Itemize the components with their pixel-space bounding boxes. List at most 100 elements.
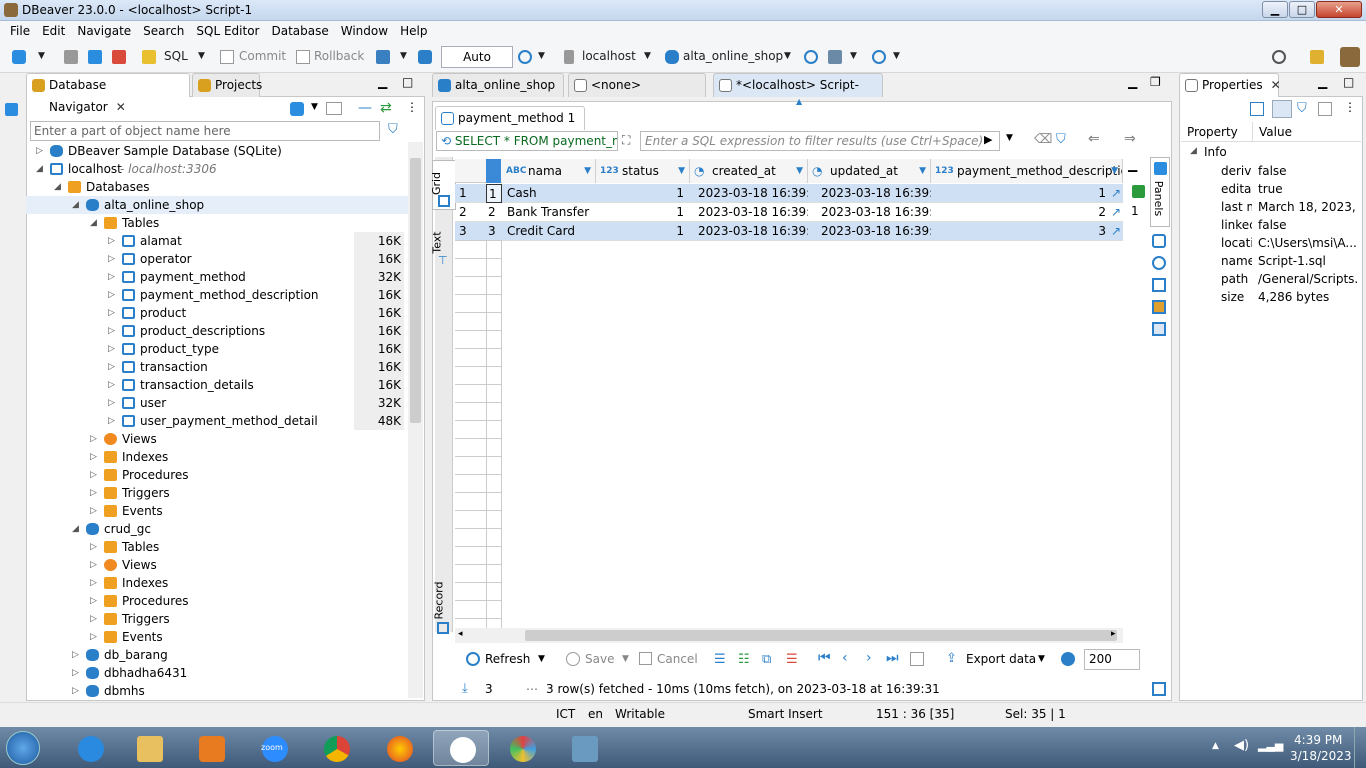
previous-page-icon[interactable]: ‹: [842, 650, 848, 666]
minimize-grid-icon[interactable]: ▁: [1128, 158, 1137, 172]
connect-icon[interactable]: [88, 50, 102, 64]
grouping-icon[interactable]: [1152, 278, 1166, 292]
chevron-down-icon[interactable]: ▼: [400, 51, 407, 61]
menu-database[interactable]: Database: [265, 24, 334, 38]
property-row[interactable]: last m March 18, 2023, ...: [1181, 198, 1361, 216]
chevron-down-icon[interactable]: ▼: [198, 51, 205, 61]
cell-id[interactable]: 2: [486, 203, 502, 222]
tree-item[interactable]: ▷ db_barang: [26, 646, 408, 664]
commit-icon[interactable]: [220, 50, 234, 64]
cancel-icon[interactable]: [639, 652, 652, 665]
tree-item[interactable]: ▷ user 32K: [26, 394, 408, 412]
references-icon[interactable]: [1152, 322, 1166, 336]
layout-toggle-icon[interactable]: [1152, 682, 1166, 696]
cell-id[interactable]: 1: [486, 184, 502, 203]
maximize-button[interactable]: □: [1289, 1, 1315, 18]
apply-filter-icon[interactable]: ▶: [984, 133, 992, 146]
tree-expand-arrow[interactable]: ▷: [72, 646, 82, 664]
tab-result-payment-method[interactable]: payment_method 1: [435, 106, 585, 130]
dbeaver-taskbar-button[interactable]: [433, 730, 489, 766]
tree-expand-arrow[interactable]: ◢: [72, 520, 82, 538]
dashboard-icon[interactable]: [804, 50, 818, 64]
property-row[interactable]: locati C:\Users\msi\A...: [1181, 234, 1361, 252]
fetch-size-input[interactable]: 200: [1084, 649, 1140, 670]
column-sort-icon[interactable]: ▼: [1111, 159, 1118, 183]
save-icon[interactable]: [566, 652, 580, 666]
add-row-icon[interactable]: ☷: [738, 652, 750, 667]
restore-view-icon[interactable]: [5, 103, 18, 116]
grid-horizontal-scrollbar[interactable]: ◂ ▸: [455, 628, 1123, 643]
tree-item[interactable]: ◢ Databases: [26, 178, 408, 196]
panels-tab[interactable]: Panels: [1150, 157, 1170, 227]
photo-viewer-button[interactable]: [556, 730, 612, 766]
filter-icon[interactable]: ⛉: [1297, 101, 1307, 116]
cell-desc[interactable]: 2: [931, 203, 1112, 222]
tree-item[interactable]: ▷ product_type 16K: [26, 340, 408, 358]
tree-expand-arrow[interactable]: ▷: [108, 394, 118, 412]
column-sort-icon[interactable]: ▼: [919, 159, 926, 183]
cell-n[interactable]: 3: [455, 222, 486, 241]
property-row[interactable]: size 4,286 bytes: [1181, 288, 1361, 306]
clock-time[interactable]: 4:39 PM: [1294, 733, 1342, 747]
tree-item[interactable]: ▷ DBeaver Sample Database (SQLite): [26, 142, 408, 160]
open-reference-icon[interactable]: ↗: [1111, 203, 1123, 222]
tab-alta-online-shop[interactable]: alta_online_shop: [432, 73, 564, 97]
collapse-all-icon[interactable]: —: [358, 100, 372, 116]
tree-expand-arrow[interactable]: ▷: [90, 628, 100, 646]
back-icon[interactable]: ⇐: [1088, 131, 1100, 147]
tree-expand-arrow[interactable]: ▷: [108, 250, 118, 268]
tree-expand-arrow[interactable]: ▷: [90, 592, 100, 610]
tree-item[interactable]: ◢ crud_gc: [26, 520, 408, 538]
record-view-tab[interactable]: Record: [432, 578, 456, 638]
tree-expand-arrow[interactable]: ▷: [108, 304, 118, 322]
chevron-down-icon[interactable]: ▼: [1038, 654, 1045, 664]
cell-desc[interactable]: 1: [931, 184, 1112, 203]
menu-window[interactable]: Window: [335, 24, 394, 38]
metadata-icon[interactable]: [1152, 256, 1166, 270]
cell-n[interactable]: 1: [455, 184, 486, 203]
search-icon[interactable]: [872, 50, 886, 64]
forward-icon[interactable]: ⇒: [1124, 131, 1136, 147]
chevron-down-icon[interactable]: ▼: [38, 51, 45, 61]
close-tab-icon[interactable]: ✕: [116, 100, 126, 114]
column-header-created_at[interactable]: ◔ created_at ▼: [690, 159, 808, 183]
tree-expand-arrow[interactable]: ▷: [72, 682, 82, 698]
tree-item[interactable]: ▷ payment_method 32K: [26, 268, 408, 286]
edit-row-icon[interactable]: ☰: [714, 652, 726, 667]
chevron-down-icon[interactable]: ▼: [850, 51, 857, 61]
datasource-selector[interactable]: localhost: [582, 49, 636, 63]
tree-item[interactable]: ▷ Indexes: [26, 448, 408, 466]
delete-row-icon[interactable]: ☰: [786, 652, 798, 667]
tree-item[interactable]: ▷ product_descriptions 16K: [26, 322, 408, 340]
cell-id[interactable]: 3: [486, 222, 502, 241]
chevron-down-icon[interactable]: ▼: [622, 654, 629, 664]
cell-n[interactable]: 2: [455, 203, 486, 222]
global-search-icon[interactable]: [1272, 50, 1286, 64]
column-header-payment_method_description[interactable]: 123 payment_method_description ▼: [931, 159, 1123, 183]
pin-icon[interactable]: [1250, 102, 1264, 116]
tree-expand-arrow[interactable]: ▷: [108, 358, 118, 376]
menu-file[interactable]: File: [4, 24, 36, 38]
tree-item[interactable]: ▷ Procedures: [26, 592, 408, 610]
filter-icon[interactable]: ⛉: [1056, 132, 1066, 147]
cell-desc[interactable]: 3: [931, 222, 1112, 241]
grid-view-tab[interactable]: Grid: [430, 160, 456, 210]
column-sort-icon[interactable]: ▼: [584, 159, 591, 183]
file-explorer-button[interactable]: [121, 730, 177, 766]
tree-expand-arrow[interactable]: ▷: [72, 664, 82, 682]
zoom-button[interactable]: zoom: [246, 730, 302, 766]
expand-arrow[interactable]: ◢: [1190, 146, 1197, 156]
history-icon[interactable]: [518, 50, 532, 64]
menu-sql-editor[interactable]: SQL Editor: [190, 24, 265, 38]
tree-expand-arrow[interactable]: ▷: [90, 610, 100, 628]
tree-expand-arrow[interactable]: ▷: [108, 412, 118, 430]
sql-editor-icon[interactable]: [142, 50, 156, 64]
last-page-icon[interactable]: ⏭: [886, 650, 899, 666]
menu-search[interactable]: Search: [137, 24, 190, 38]
maximize-panel-icon[interactable]: □: [1343, 75, 1354, 89]
tree-item[interactable]: ▷ transaction 16K: [26, 358, 408, 376]
tab-projects[interactable]: Projects: [192, 73, 262, 97]
tree-item[interactable]: ▷ operator 16K: [26, 250, 408, 268]
tree-item[interactable]: ▷ Views: [26, 430, 408, 448]
first-page-icon[interactable]: ⏮: [818, 650, 831, 666]
